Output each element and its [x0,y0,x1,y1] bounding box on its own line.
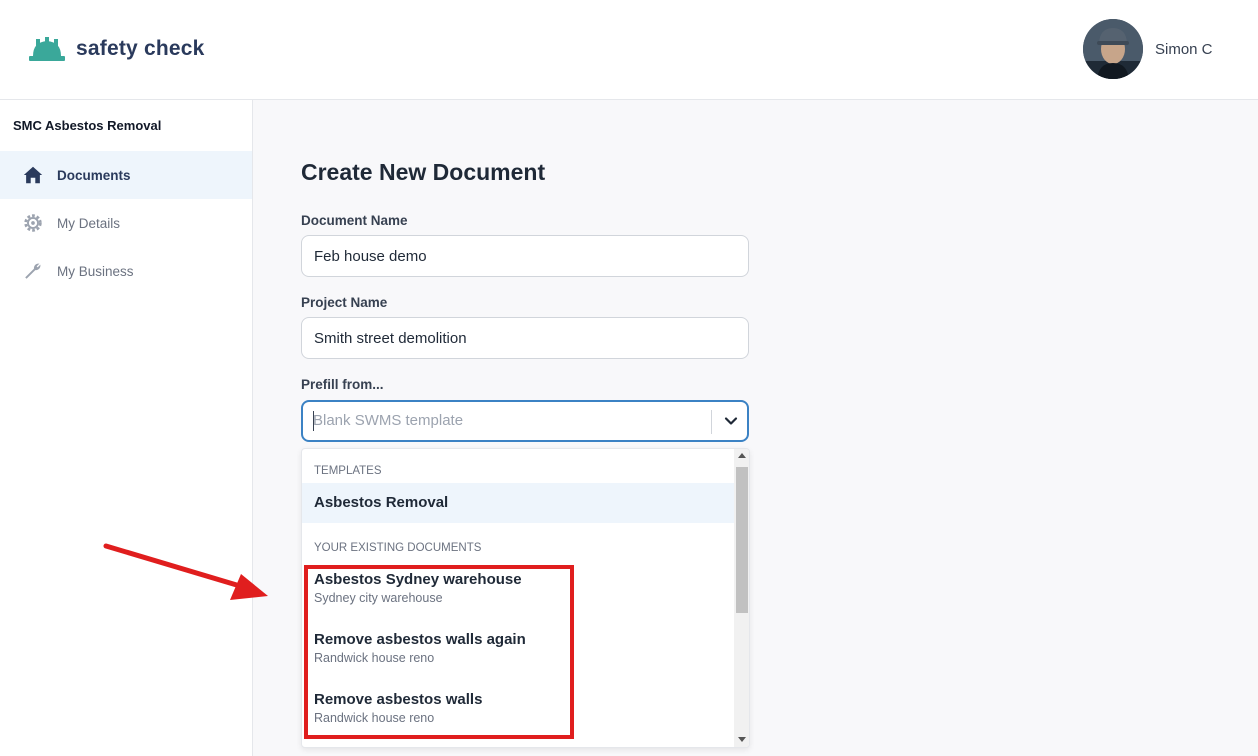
user-menu[interactable]: Simon C [1083,19,1213,79]
sidebar-item-documents[interactable]: Documents [0,151,252,199]
menu-group-heading: YOUR EXISTING DOCUMENTS [314,542,482,554]
organization-name: SMC Asbestos Removal [13,118,162,133]
scroll-down-icon[interactable] [738,737,746,742]
document-name-input[interactable] [301,235,749,277]
wrench-icon [25,263,41,279]
text-cursor [313,411,314,431]
user-name[interactable]: Simon C [1155,41,1213,58]
home-icon [23,166,43,184]
hard-hat-icon [29,37,65,61]
sidebar-item-label: My Business [57,263,134,279]
page-title: Create New Document [301,159,546,185]
select-separator [711,410,712,434]
sidebar-item-label: Documents [57,167,131,183]
project-name-input[interactable] [301,317,749,359]
sidebar-item-my-business[interactable]: My Business [0,247,252,295]
option-title: Asbestos Removal [314,494,449,511]
app-logo[interactable]: safety check [28,36,204,62]
scroll-up-icon[interactable] [738,453,746,458]
sidebar-item-label: My Details [57,215,121,231]
annotation-arrow [103,543,268,600]
sidebar-item-my-details[interactable]: My Details [0,199,252,247]
avatar-photo-icon [1083,19,1143,79]
logo-text: safety check [76,37,205,60]
annotation-highlight-box [304,565,574,739]
document-name-label: Document Name [301,213,408,228]
gear-icon [24,214,42,232]
menu-scrollbar[interactable] [734,449,749,747]
prefill-label: Prefill from... [301,377,384,392]
menu-option-asbestos-removal[interactable]: Asbestos Removal [302,483,734,523]
chevron-down-icon[interactable] [723,413,739,429]
prefill-select[interactable]: Blank SWMS template [301,400,749,442]
sidebar: SMC Asbestos Removal Documents My Detail… [0,100,253,756]
user-avatar[interactable] [1083,19,1143,79]
scrollbar-thumb[interactable] [736,467,748,613]
prefill-placeholder: Blank SWMS template [313,412,464,429]
top-header: safety check Simon C [0,0,1258,100]
menu-group-heading: TEMPLATES [314,465,382,477]
project-name-label: Project Name [301,295,388,310]
